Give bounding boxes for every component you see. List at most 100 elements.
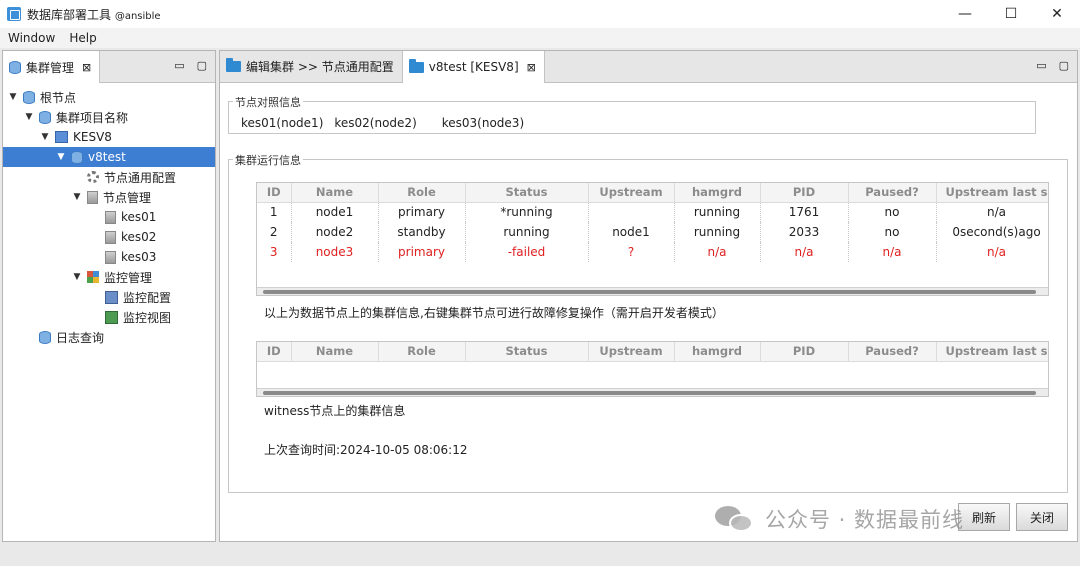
node-map-item: kes01(node1) xyxy=(241,116,324,130)
tab-v8test[interactable]: v8test [KESV8] ⊠ xyxy=(402,51,545,83)
witness-status-table[interactable]: ID Name Role Status Upstream hamgrd PID … xyxy=(256,341,1049,397)
database-icon xyxy=(9,60,21,74)
column-header[interactable]: Upstream xyxy=(588,183,675,203)
server-icon xyxy=(87,190,98,204)
table-cell: n/a xyxy=(674,242,761,262)
menu-help[interactable]: Help xyxy=(69,31,96,45)
grid-icon xyxy=(87,271,99,283)
expand-arrow-icon[interactable]: ▼ xyxy=(39,132,51,142)
minimize-panel-icon[interactable]: ▭ xyxy=(174,59,184,72)
cluster-management-panel: 集群管理 ⊠ ▭ ▢ ▼ 根节点 ▼ 集群项目名称 ▼ KESV8 ▼ v8te… xyxy=(2,50,216,542)
tree-item-root[interactable]: ▼ 根节点 xyxy=(3,87,215,107)
column-header[interactable]: Upstream last s xyxy=(936,183,1048,203)
table-cell: ? xyxy=(588,242,675,262)
table-row[interactable]: 1 node1 primary *running running 1761 no… xyxy=(257,202,1048,222)
table-cell: 0second(s)ago xyxy=(936,222,1048,242)
maximize-panel-icon[interactable]: ▢ xyxy=(1059,59,1069,72)
expand-arrow-icon[interactable]: ▼ xyxy=(71,192,83,202)
column-header[interactable]: hamgrd xyxy=(674,342,761,362)
close-tab-icon[interactable]: ⊠ xyxy=(82,61,91,74)
tab-label: 集群管理 xyxy=(26,60,75,75)
column-header[interactable]: Upstream xyxy=(588,342,675,362)
tree-item-label: 日志查询 xyxy=(56,330,105,345)
table-cell: -failed xyxy=(465,242,589,262)
table-row[interactable]: 2 node2 standby running node1 running 20… xyxy=(257,222,1048,242)
expand-arrow-icon[interactable]: ▼ xyxy=(23,112,35,122)
column-header[interactable]: Status xyxy=(465,183,589,203)
maximize-button[interactable]: ☐ xyxy=(988,0,1034,28)
close-window-button[interactable]: ✕ xyxy=(1034,0,1080,28)
tree-item-monitor-management[interactable]: ▼ 监控管理 xyxy=(3,267,215,287)
column-header[interactable]: ID xyxy=(257,342,292,362)
tree-item-node-common-config[interactable]: 节点通用配置 xyxy=(3,167,215,187)
table-cell: no xyxy=(848,222,937,242)
column-header[interactable]: Role xyxy=(378,342,466,362)
cluster-status-table[interactable]: ID Name Role Status Upstream hamgrd PID … xyxy=(256,182,1049,296)
minimize-panel-icon[interactable]: ▭ xyxy=(1036,59,1046,72)
cluster-info-note: 以上为数据节点上的集群信息,右键集群节点可进行故障修复操作（需开启开发者模式） xyxy=(264,306,724,320)
close-tab-icon[interactable]: ⊠ xyxy=(527,61,536,74)
column-header[interactable]: Paused? xyxy=(848,342,937,362)
table-cell: 2033 xyxy=(760,222,849,242)
tree-item-label: kes03 xyxy=(121,250,157,264)
expand-arrow-icon[interactable]: ▼ xyxy=(55,152,67,162)
tree-item-kesv8[interactable]: ▼ KESV8 xyxy=(3,127,215,147)
tree-item-kes03[interactable]: kes03 xyxy=(3,247,215,267)
tree-item-log-query[interactable]: 日志查询 xyxy=(3,327,215,347)
column-header[interactable]: Paused? xyxy=(848,183,937,203)
tree-item-monitor-config[interactable]: 监控配置 xyxy=(3,287,215,307)
tab-label: 编辑集群 >> 节点通用配置 xyxy=(246,60,394,74)
expand-arrow-icon[interactable]: ▼ xyxy=(7,92,19,102)
tree-item-label: kes02 xyxy=(121,230,157,244)
table-row-failed[interactable]: 3 node3 primary -failed ? n/a n/a n/a n/… xyxy=(257,242,1048,262)
table-cell: primary xyxy=(378,202,466,222)
cluster-tree: ▼ 根节点 ▼ 集群项目名称 ▼ KESV8 ▼ v8test 节点通用配置 ▼… xyxy=(3,83,215,347)
table-cell: running xyxy=(674,222,761,242)
tab-label: v8test [KESV8] xyxy=(428,60,519,74)
tree-item-kes01[interactable]: kes01 xyxy=(3,207,215,227)
table-cell xyxy=(588,202,675,222)
menu-window[interactable]: Window xyxy=(8,31,55,45)
tab-cluster-management[interactable]: 集群管理 ⊠ xyxy=(3,51,101,83)
close-button[interactable]: 关闭 xyxy=(1016,503,1068,531)
table-cell: node3 xyxy=(291,242,379,262)
maximize-panel-icon[interactable]: ▢ xyxy=(197,59,207,72)
folder-icon xyxy=(408,58,424,73)
column-header[interactable]: Name xyxy=(291,342,379,362)
table-cell: node1 xyxy=(291,202,379,222)
tree-item-v8test[interactable]: ▼ v8test xyxy=(3,147,215,167)
table-cell: n/a xyxy=(848,242,937,262)
horizontal-scrollbar[interactable] xyxy=(257,287,1048,295)
tree-item-label: 节点管理 xyxy=(103,190,152,205)
tab-edit-cluster[interactable]: 编辑集群 >> 节点通用配置 xyxy=(220,51,403,82)
scrollbar-thumb[interactable] xyxy=(263,290,1036,294)
kesv-icon xyxy=(55,131,68,143)
scrollbar-thumb[interactable] xyxy=(263,391,1036,395)
tree-item-monitor-view[interactable]: 监控视图 xyxy=(3,307,215,327)
tree-item-node-management[interactable]: ▼ 节点管理 xyxy=(3,187,215,207)
column-header[interactable]: Name xyxy=(291,183,379,203)
table-cell: 1 xyxy=(257,202,292,222)
tree-item-kes02[interactable]: kes02 xyxy=(3,227,215,247)
minimize-button[interactable]: — xyxy=(942,0,988,28)
view-icon xyxy=(105,310,118,324)
expand-arrow-icon[interactable]: ▼ xyxy=(71,272,83,282)
watermark-text: 公众号 · 数据最前线 xyxy=(765,508,965,532)
column-header[interactable]: PID xyxy=(760,183,849,203)
menu-bar: Window Help xyxy=(0,28,1080,48)
table-cell: running xyxy=(465,222,589,242)
node-map-item: kes03(node3) xyxy=(441,116,525,130)
refresh-button[interactable]: 刷新 xyxy=(958,503,1010,531)
table-cell: n/a xyxy=(936,202,1048,222)
column-header[interactable]: Role xyxy=(378,183,466,203)
status-bar xyxy=(0,544,1080,566)
tree-item-project[interactable]: ▼ 集群项目名称 xyxy=(3,107,215,127)
column-header[interactable]: Upstream last s xyxy=(936,342,1048,362)
watermark: 公众号 · 数据最前线 xyxy=(715,504,964,534)
column-header[interactable]: Status xyxy=(465,342,589,362)
horizontal-scrollbar[interactable] xyxy=(257,388,1048,396)
column-header[interactable]: ID xyxy=(257,183,292,203)
column-header[interactable]: PID xyxy=(760,342,849,362)
table-cell: 3 xyxy=(257,242,292,262)
column-header[interactable]: hamgrd xyxy=(674,183,761,203)
